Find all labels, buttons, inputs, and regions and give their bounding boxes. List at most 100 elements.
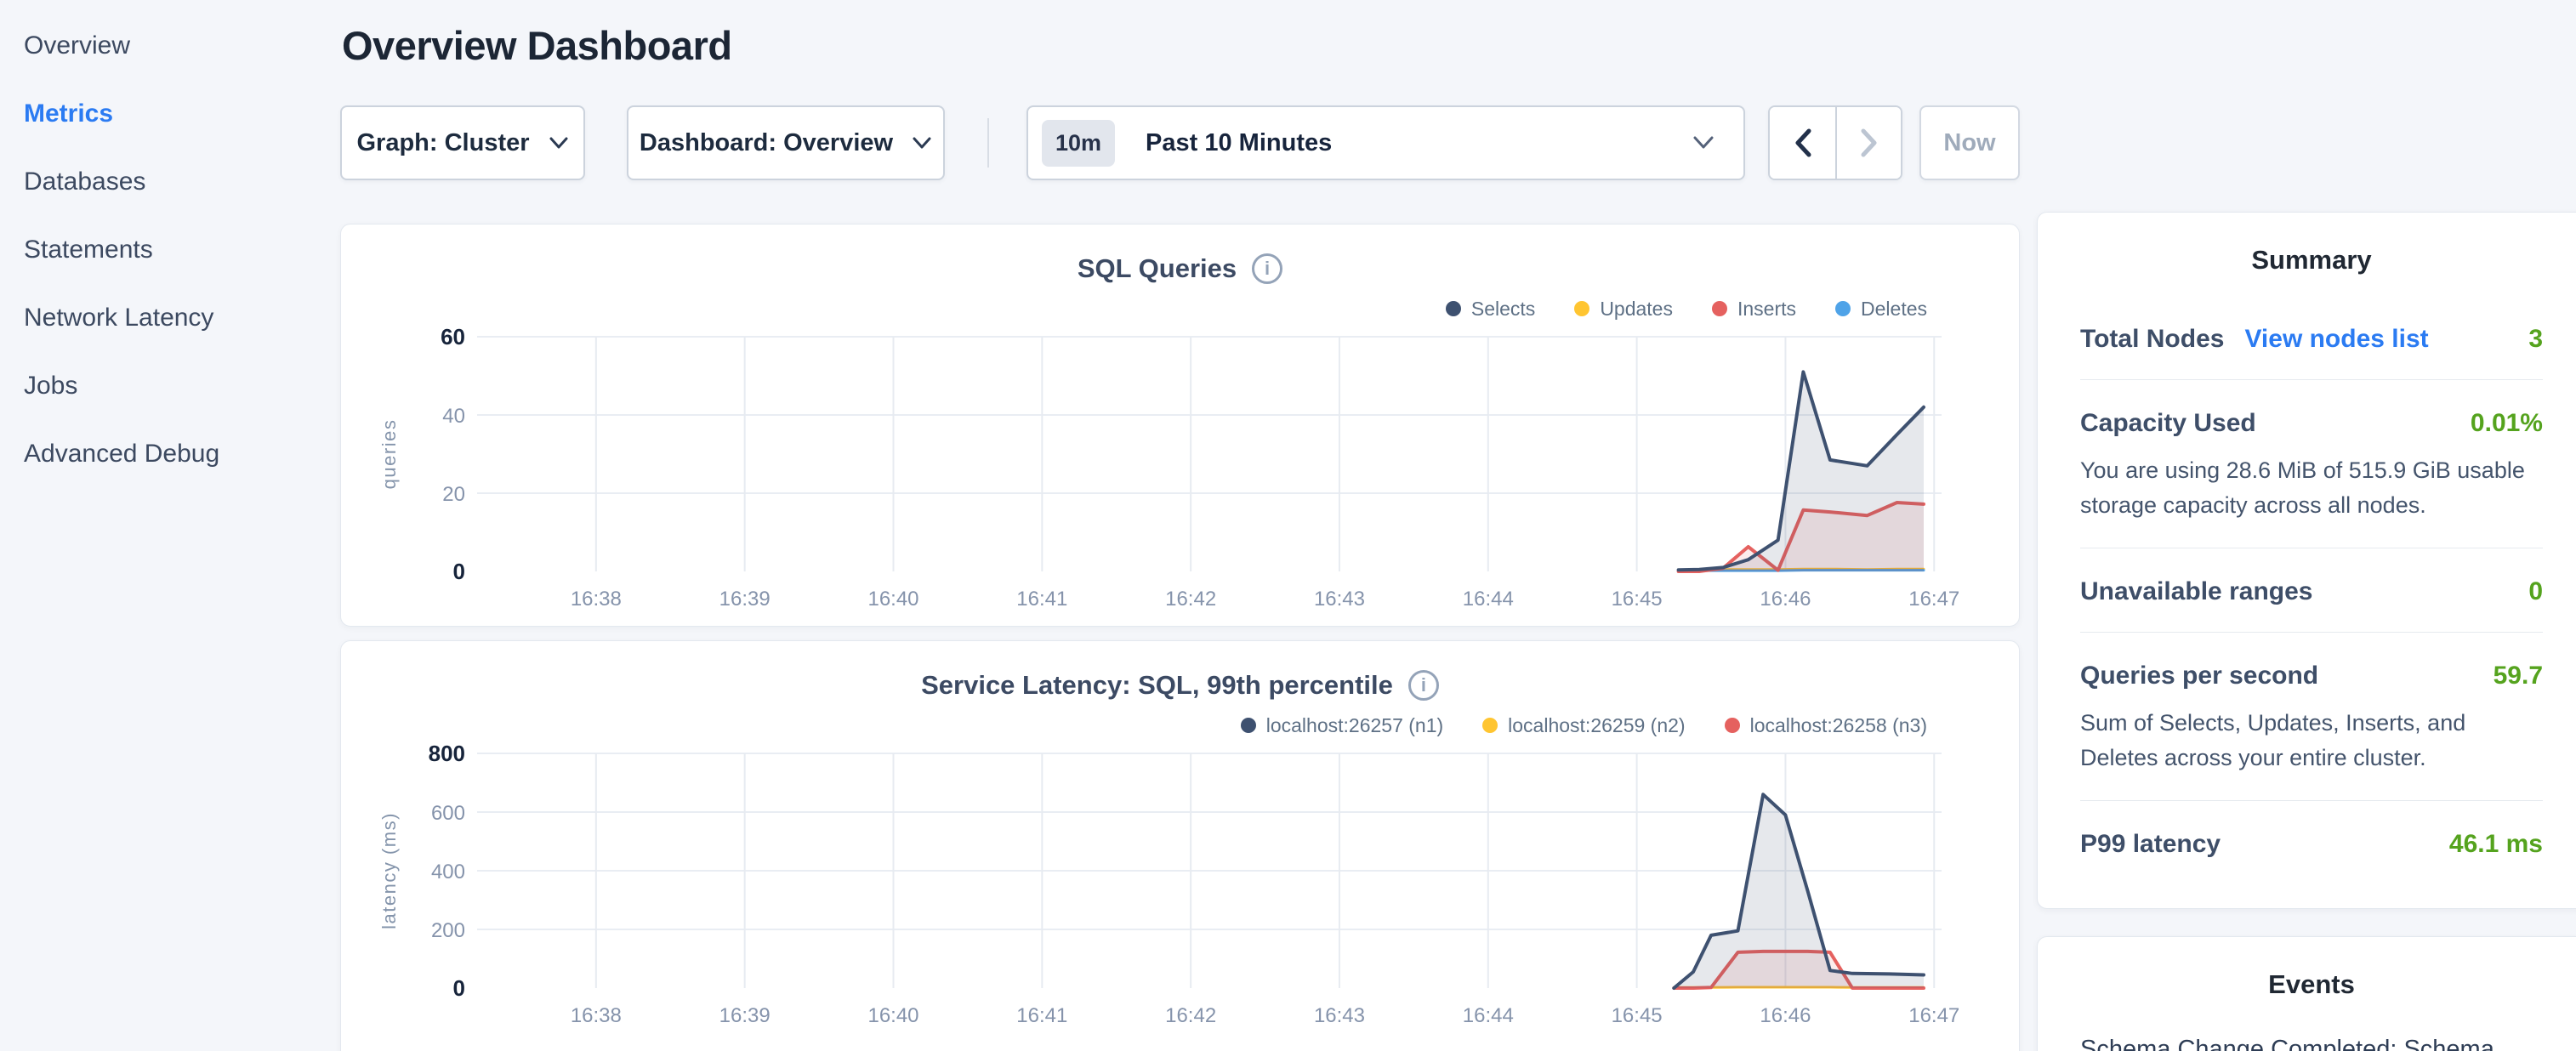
legend-dot (1446, 301, 1461, 316)
now-button[interactable]: Now (1919, 105, 2020, 180)
summary-title: Summary (2080, 245, 2543, 276)
x-axis-tick: 16:45 (1612, 1004, 1663, 1027)
controls-bar: Graph: Cluster Dashboard: Overview 10m P… (340, 105, 2020, 181)
legend-dot (1725, 718, 1740, 733)
x-axis-tick: 16:41 (1016, 588, 1067, 611)
summary-row-capacity-used: Capacity Used 0.01% You are using 28.6 M… (2080, 380, 2543, 548)
y-axis-label: queries (378, 419, 400, 490)
x-axis-tick: 16:47 (1908, 1004, 1959, 1027)
y-axis-tick: 40 (442, 405, 465, 428)
chart-title: Service Latency: SQL, 99th percentile (921, 670, 1393, 701)
x-axis-tick: 16:39 (719, 1004, 771, 1027)
time-range-label: Past 10 Minutes (1146, 129, 1692, 157)
main-content: Overview Dashboard Graph: Cluster Dashbo… (340, 0, 2020, 1051)
legend-label: localhost:26257 (n1) (1266, 714, 1443, 737)
x-axis-tick: 16:40 (867, 1004, 918, 1027)
sql-queries-chart-panel: SQL Queries i Selects Updates Inserts Delet… (340, 224, 2020, 627)
chevron-down-icon (1692, 136, 1714, 150)
legend-item: Inserts (1712, 298, 1796, 321)
x-axis-tick: 16:38 (571, 588, 622, 611)
summary-value: 0.01% (2471, 409, 2543, 438)
sidebar-item-network-latency[interactable]: Network Latency (0, 284, 340, 352)
legend-item: localhost:26259 (n2) (1482, 714, 1685, 737)
service-latency-chart-panel: Service Latency: SQL, 99th percentile i … (340, 640, 2020, 1051)
summary-subtext: Sum of Selects, Updates, Inserts, and De… (2080, 706, 2543, 775)
x-axis-tick: 16:45 (1612, 588, 1663, 611)
x-axis-tick: 16:43 (1314, 588, 1365, 611)
legend-item: localhost:26257 (n1) (1241, 714, 1443, 737)
legend-label: localhost:26259 (n2) (1508, 714, 1685, 737)
chevron-down-icon (912, 137, 932, 150)
sidebar-item-jobs[interactable]: Jobs (0, 352, 340, 420)
summary-label: Capacity Used (2080, 409, 2256, 438)
x-axis-tick: 16:43 (1314, 1004, 1365, 1027)
y-axis-tick: 60 (441, 324, 465, 349)
y-axis-tick: 0 (453, 975, 465, 1001)
view-nodes-list-link[interactable]: View nodes list (2244, 325, 2428, 354)
x-axis-tick: 16:42 (1165, 588, 1216, 611)
summary-row-queries-per-second: Queries per second 59.7 Sum of Selects, … (2080, 633, 2543, 801)
chevron-left-icon (1794, 128, 1812, 157)
info-icon[interactable]: i (1252, 253, 1282, 284)
summary-label: Total Nodes (2080, 325, 2224, 354)
legend-label: localhost:26258 (n3) (1750, 714, 1927, 737)
sidebar: Overview Metrics Databases Statements Ne… (0, 0, 340, 1051)
sidebar-item-statements[interactable]: Statements (0, 216, 340, 284)
x-axis-tick: 16:44 (1463, 588, 1514, 611)
controls-divider (987, 118, 989, 168)
legend-dot (1241, 718, 1256, 733)
page-title: Overview Dashboard (342, 22, 2020, 69)
y-axis-tick: 20 (442, 483, 465, 506)
x-axis-tick: 16:42 (1165, 1004, 1216, 1027)
sidebar-item-databases[interactable]: Databases (0, 148, 340, 216)
events-panel: Events Schema Change Completed: Schema c… (2037, 936, 2576, 1051)
chart-canvas[interactable]: 16:38 16:39 16:40 16:41 16:42 16:43 16:44 16:45… (341, 323, 2019, 616)
legend-item: localhost:26258 (n3) (1725, 714, 1927, 737)
sidebar-item-metrics[interactable]: Metrics (0, 80, 340, 148)
legend-dot (1482, 718, 1498, 733)
y-axis-tick: 800 (429, 741, 465, 766)
time-step-buttons (1768, 105, 1902, 180)
y-axis-tick: 0 (453, 559, 465, 584)
chevron-right-icon (1860, 128, 1879, 157)
summary-value: 3 (2528, 325, 2543, 354)
summary-label: P99 latency (2080, 830, 2221, 859)
chevron-down-icon (549, 137, 569, 150)
graph-dropdown[interactable]: Graph: Cluster (340, 105, 585, 180)
chart-legend: Selects Updates Inserts Deletes (341, 294, 1927, 323)
legend-item: Deletes (1835, 298, 1927, 321)
y-axis-tick: 200 (431, 919, 465, 942)
x-axis-tick: 16:39 (719, 588, 771, 611)
x-axis-tick: 16:44 (1463, 1004, 1514, 1027)
right-sidebar: Summary Total Nodes View nodes list 3 Ca… (2037, 0, 2576, 1051)
time-range-picker[interactable]: 10m Past 10 Minutes (1026, 105, 1745, 180)
x-axis-tick: 16:40 (867, 588, 918, 611)
legend-dot (1574, 301, 1589, 316)
summary-value: 46.1 ms (2449, 830, 2543, 859)
event-item-text: Schema Change Completed: Schema change w… (2080, 1031, 2543, 1051)
info-icon[interactable]: i (1408, 670, 1439, 701)
summary-label: Queries per second (2080, 662, 2318, 690)
summary-row-p99-latency: P99 latency 46.1 ms (2080, 801, 2543, 884)
time-forward-button[interactable] (1835, 107, 1901, 179)
summary-row-total-nodes: Total Nodes View nodes list 3 (2080, 296, 2543, 380)
dashboard-dropdown[interactable]: Dashboard: Overview (627, 105, 945, 180)
sidebar-item-overview[interactable]: Overview (0, 12, 340, 80)
x-axis-tick: 16:46 (1760, 588, 1811, 611)
legend-item: Selects (1446, 298, 1535, 321)
summary-row-unavailable-ranges: Unavailable ranges 0 (2080, 548, 2543, 633)
legend-label: Deletes (1861, 298, 1927, 321)
chart-canvas[interactable]: 16:3816:3916:4016:4116:4216:4316:4416:45… (341, 740, 2019, 1032)
x-axis-tick: 16:46 (1760, 1004, 1811, 1027)
summary-value: 59.7 (2494, 662, 2543, 690)
chart-legend: localhost:26257 (n1) localhost:26259 (n2)… (341, 711, 1927, 740)
y-axis-label: latency (ms) (378, 812, 400, 929)
y-axis-tick: 600 (431, 802, 465, 825)
time-back-button[interactable] (1770, 107, 1835, 179)
legend-label: Updates (1600, 298, 1673, 321)
events-title: Events (2080, 969, 2543, 1000)
chart-title: SQL Queries (1078, 253, 1237, 284)
sidebar-item-advanced-debug[interactable]: Advanced Debug (0, 420, 340, 488)
x-axis-tick: 16:38 (571, 1004, 622, 1027)
time-range-badge: 10m (1042, 120, 1115, 167)
